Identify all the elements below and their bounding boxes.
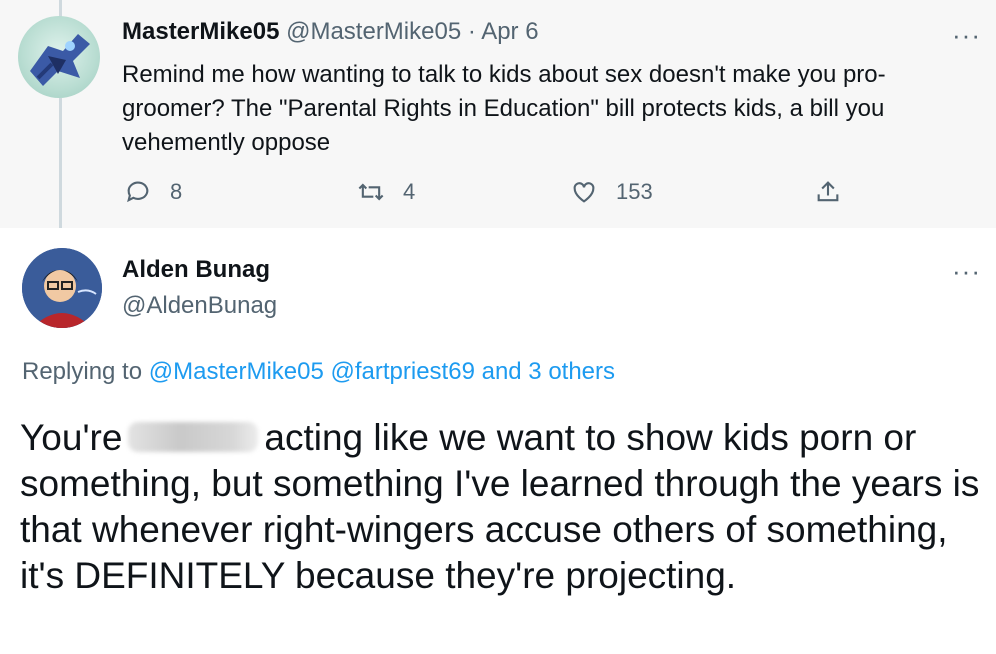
like-icon (573, 182, 595, 203)
replying-prefix: Replying to (22, 358, 143, 385)
replying-users-link[interactable]: @MasterMike05 @fartpriest69 (149, 358, 475, 385)
more-icon[interactable]: ··· (952, 258, 981, 284)
share-button[interactable] (814, 178, 860, 206)
avatar[interactable] (18, 16, 100, 98)
reply-icon (127, 181, 149, 203)
share-icon (817, 181, 839, 202)
display-name[interactable]: MasterMike05 (122, 18, 279, 45)
like-count: 153 (616, 179, 653, 204)
display-name[interactable]: Alden Bunag (122, 256, 270, 284)
handle[interactable]: @MasterMike05 (286, 18, 461, 45)
tweet-date[interactable]: Apr 6 (481, 18, 538, 45)
retweet-icon (358, 183, 384, 201)
parent-tweet[interactable]: MasterMike05 @MasterMike05 · Apr 6 ··· R… (0, 0, 996, 228)
tweet-text: You're acting like we want to show kids p… (20, 415, 980, 599)
separator: · (467, 18, 476, 45)
tweet-actions: 8 4 153 (0, 178, 996, 212)
tweet-text-start: You're (20, 417, 123, 458)
more-icon[interactable]: ··· (952, 22, 981, 48)
retweet-count: 4 (403, 179, 416, 204)
blurred-word (128, 422, 259, 452)
reply-count: 8 (170, 179, 183, 204)
retweet-button[interactable]: 4 (357, 178, 415, 206)
replying-to: Replying to @MasterMike05 @fartpriest69 … (22, 358, 615, 386)
handle[interactable]: @AldenBunag (122, 292, 277, 320)
replying-others-link[interactable]: and 3 others (482, 358, 615, 385)
tweet-header: MasterMike05 @MasterMike05 · Apr 6 (122, 18, 539, 46)
avatar[interactable] (22, 248, 102, 328)
reply-button[interactable]: 8 (124, 178, 182, 206)
tweet-text: Remind me how wanting to talk to kids ab… (122, 61, 886, 156)
like-button[interactable]: 153 (570, 178, 653, 206)
